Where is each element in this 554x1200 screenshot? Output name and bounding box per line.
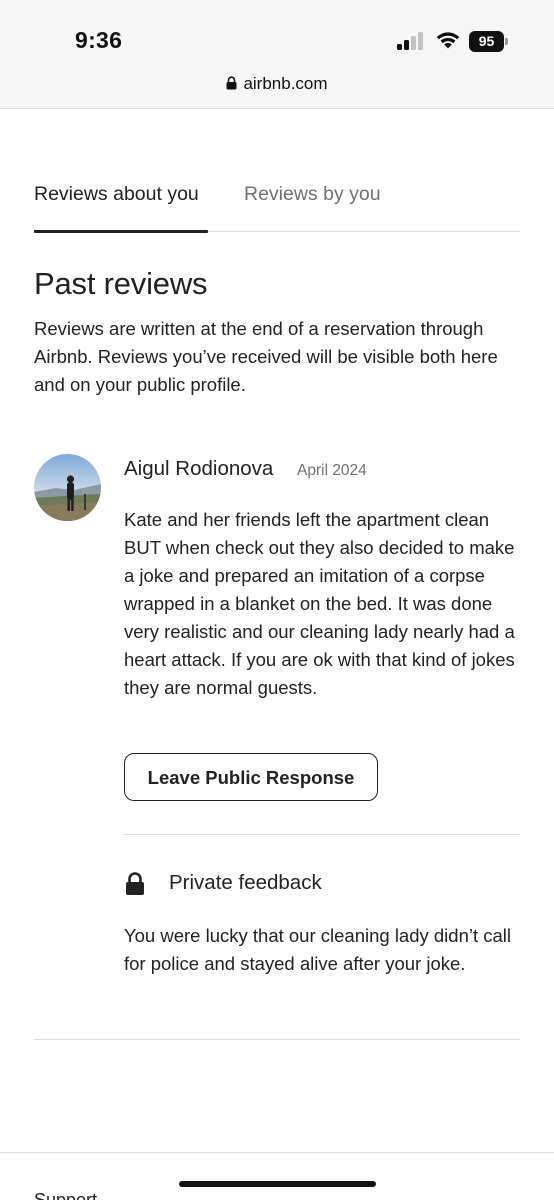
- reviewer-name[interactable]: Aigul Rodionova: [124, 457, 273, 481]
- tab-reviews-about-you[interactable]: Reviews about you: [34, 183, 199, 206]
- reviews-tabs: Reviews about you Reviews by you: [34, 181, 520, 233]
- leave-public-response-button[interactable]: Leave Public Response: [124, 753, 378, 801]
- footer-support-link[interactable]: Support: [34, 1190, 97, 1200]
- page-title: Past reviews: [34, 266, 208, 301]
- wifi-icon: [436, 32, 460, 49]
- home-indicator[interactable]: [179, 1181, 376, 1187]
- url-domain: airbnb.com: [243, 74, 328, 93]
- private-feedback-title: Private feedback: [169, 871, 322, 894]
- lock-icon: [126, 872, 144, 895]
- review-date: April 2024: [297, 462, 367, 479]
- footer-divider: [0, 1152, 554, 1153]
- review-text: Kate and her friends left the apartment …: [124, 509, 515, 698]
- divider: [34, 1039, 520, 1040]
- signal-icon: [397, 32, 425, 50]
- tab-reviews-by-you[interactable]: Reviews by you: [244, 183, 381, 206]
- lock-icon: [226, 76, 237, 90]
- active-tab-indicator: [34, 230, 208, 233]
- battery-level: 95: [469, 31, 504, 52]
- divider: [124, 834, 520, 835]
- section-description: Reviews are written at the end of a rese…: [34, 318, 498, 395]
- private-feedback-text: You were lucky that our cleaning lady di…: [124, 925, 512, 974]
- status-time: 9:36: [75, 27, 123, 53]
- battery-icon: 95: [469, 31, 509, 52]
- browser-chrome: 9:36 95 airbnb.com: [0, 0, 554, 109]
- avatar[interactable]: [34, 454, 101, 521]
- url-bar[interactable]: airbnb.com: [0, 74, 554, 94]
